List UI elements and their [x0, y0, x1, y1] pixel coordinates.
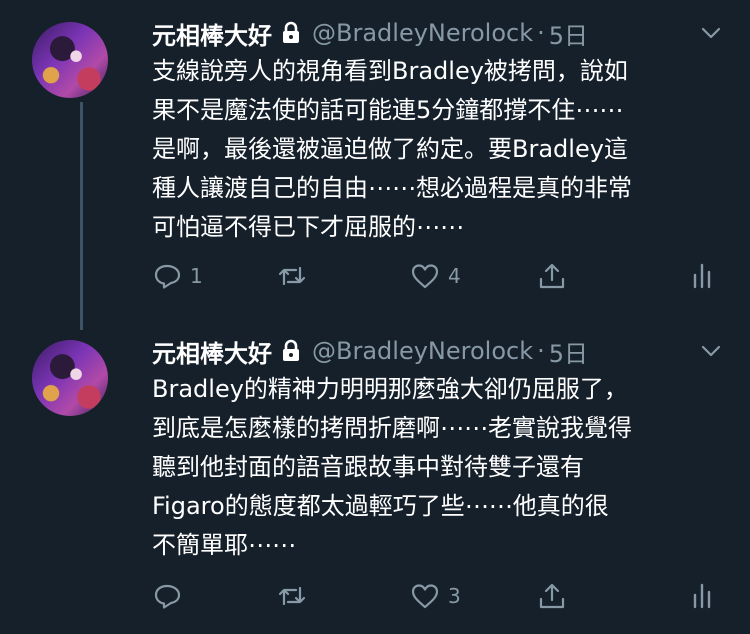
like-icon	[411, 264, 439, 289]
chevron-down-icon[interactable]	[700, 22, 722, 44]
lock-icon	[280, 339, 302, 363]
like-count: 4	[448, 264, 461, 288]
like-button[interactable]: 3	[410, 578, 461, 614]
reply-icon	[154, 584, 181, 609]
analytics-button[interactable]	[687, 578, 717, 614]
tweet-text: Bradley的精神力明明那麼強大卻仍屈服了， 到底是怎麼樣的拷問折磨啊⋯⋯老實…	[152, 370, 722, 565]
thread-connector-line	[80, 102, 83, 330]
share-icon	[539, 583, 565, 609]
avatar[interactable]	[32, 340, 108, 416]
share-button[interactable]	[537, 578, 567, 614]
tweet-text-line: 可怕逼不得已下才屈服的⋯⋯	[152, 213, 464, 241]
retweet-icon	[278, 266, 306, 286]
separator-dot: ·	[537, 337, 545, 365]
display-name[interactable]: 元相棒大好	[152, 16, 272, 51]
tweet-text-line: 不簡單耶⋯⋯	[152, 531, 296, 559]
like-count: 3	[448, 584, 461, 608]
retweet-icon	[278, 586, 306, 606]
separator-dot: ·	[537, 19, 545, 47]
timestamp[interactable]: 5日	[549, 334, 588, 369]
analytics-icon	[693, 583, 711, 609]
tweet-text: 支線說旁人的視角看到Bradley被拷問，說如 果不是魔法使的話可能連5分鐘都撐…	[152, 52, 722, 247]
share-icon	[539, 263, 565, 289]
tweet-text-line: 聽到他封面的語音跟故事中對待雙子還有	[152, 453, 584, 481]
reply-button[interactable]: 1	[152, 258, 203, 294]
tweet-actions: 1 4	[152, 258, 722, 294]
retweet-button[interactable]	[277, 578, 315, 614]
analytics-icon	[693, 263, 711, 289]
tweet-actions: 3	[152, 578, 722, 614]
reply-button[interactable]	[152, 578, 190, 614]
tweet-text-line: 種人讓渡自己的自由⋯⋯想必過程是真的非常	[152, 174, 632, 202]
chevron-down-icon[interactable]	[700, 340, 722, 362]
tweet-text-line: 果不是魔法使的話可能連5分鐘都撐不住⋯⋯	[152, 96, 624, 124]
user-handle[interactable]: @BradleyNerolock	[312, 19, 533, 47]
lock-icon	[280, 21, 302, 45]
reply-count: 1	[190, 264, 203, 288]
reply-icon	[154, 264, 181, 289]
user-handle[interactable]: @BradleyNerolock	[312, 337, 533, 365]
tweet-text-line: Figaro的態度都太過輕巧了些⋯⋯他真的很	[152, 492, 609, 520]
tweet-header: 元相棒大好 @BradleyNerolock · 5日	[152, 334, 588, 368]
display-name[interactable]: 元相棒大好	[152, 334, 272, 369]
avatar[interactable]	[32, 22, 108, 98]
tweet-text-line: 是啊，最後還被逼迫做了約定。要Bradley這	[152, 135, 628, 163]
retweet-button[interactable]	[277, 258, 315, 294]
tweet-header: 元相棒大好 @BradleyNerolock · 5日	[152, 16, 588, 50]
analytics-button[interactable]	[687, 258, 717, 294]
tweet[interactable]: 元相棒大好 @BradleyNerolock · 5日 支線說旁人的視角看到Br…	[0, 0, 750, 330]
share-button[interactable]	[537, 258, 567, 294]
tweet-text-line: 到底是怎麼樣的拷問折磨啊⋯⋯老實說我覺得	[152, 414, 632, 442]
tweet[interactable]: 元相棒大好 @BradleyNerolock · 5日 Bradley的精神力明…	[0, 330, 750, 634]
like-icon	[411, 584, 439, 609]
tweet-text-line: Bradley的精神力明明那麼強大卻仍屈服了，	[152, 375, 628, 403]
like-button[interactable]: 4	[410, 258, 461, 294]
tweet-text-line: 支線說旁人的視角看到Bradley被拷問，說如	[152, 57, 628, 85]
timestamp[interactable]: 5日	[549, 16, 588, 51]
